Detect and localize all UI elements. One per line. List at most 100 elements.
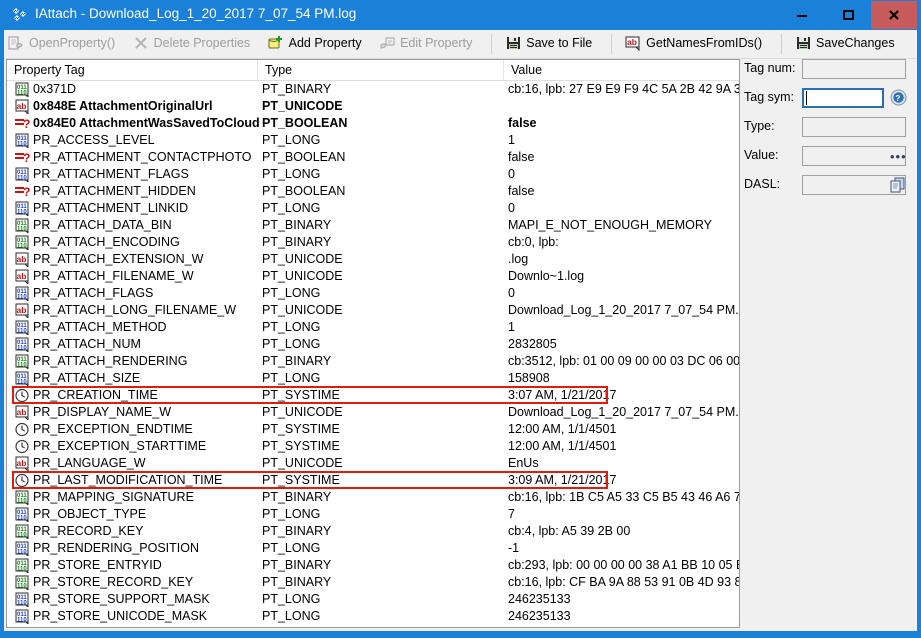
cell-type: PT_BINARY [262,558,332,572]
ab-unicode-icon: ab [625,35,642,52]
cell-property-tag: 011 110 PR_ATTACH_METHOD [15,319,261,336]
edit-property-label: Edit Property [400,36,473,50]
property-tag-text: PR_ATTACH_FILENAME_W [33,269,194,283]
table-row[interactable]: 011 110 PR_ATTACH_FLAGS PT_LONG 0 [7,285,739,302]
ellipsis-button[interactable]: ••• [890,149,907,164]
toolbar-separator [610,34,612,54]
table-row[interactable]: ab 0x848E AttachmentOriginalUrl PT_UNICODE [7,98,739,115]
svg-text:110: 110 [17,499,27,505]
column-header-value[interactable]: Value [504,60,739,80]
maximize-button[interactable] [825,1,871,29]
open-property-button[interactable]: OpenProperty() [4,30,124,56]
cell-value: cb:3512, lpb: 01 00 09 00 00 03 DC 06 00… [508,354,740,368]
binary-green-icon: 011 110 [15,82,31,98]
client-area: OpenProperty() Delete Properties Add Pro… [4,30,917,631]
table-row[interactable]: 011 110 PR_OBJECT_TYPE PT_LONG 7 [7,506,739,523]
cell-type: PT_LONG [262,541,321,555]
table-row[interactable]: PR_EXCEPTION_ENDTIME PT_SYSTIME 12:00 AM, … [7,421,739,438]
save-to-file-button[interactable]: Save to File [501,30,601,56]
table-row[interactable]: ab PR_ATTACH_EXTENSION_W PT_UNICODE .log [7,251,739,268]
table-row[interactable]: 011 110 PR_ATTACH_DATA_BIN PT_BINARY MAPI_E_… [7,217,739,234]
table-row[interactable]: 011 110 PR_STORE_RECORD_KEY PT_BINARY cb:16,… [7,574,739,591]
table-row[interactable]: 011 110 PR_ATTACH_METHOD PT_LONG 1 [7,319,739,336]
svg-text:110: 110 [17,584,27,590]
table-row[interactable]: 011 110 PR_ATTACHMENT_FLAGS PT_LONG 0 [7,166,739,183]
table-row[interactable]: ab PR_LANGUAGE_W PT_UNICODE EnUs [7,455,739,472]
table-row[interactable]: PR_LAST_MODIFICATION_TIME PT_SYSTIME 3:09 … [7,472,739,489]
table-row[interactable]: ab PR_DISPLAY_NAME_W PT_UNICODE Download_Lo… [7,404,739,421]
cell-type: PT_LONG [262,337,321,351]
cell-type: PT_UNICODE [262,252,343,266]
help-icon[interactable]: ? [890,89,910,107]
cell-value: cb:16, lpb: 1B C5 A5 33 C5 B5 43 46 A6 7… [508,490,739,504]
table-row[interactable]: 011 110 PR_ATTACH_ENCODING PT_BINARY cb:0, l… [7,234,739,251]
table-row[interactable]: 011 110 PR_MAPPING_SIGNATURE PT_BINARY cb:16… [7,489,739,506]
table-row[interactable]: 011 110 0x371D PT_BINARY cb:16, lpb: 27 E9 E… [7,81,739,98]
delete-x-icon [133,35,150,51]
diamonds-icon [11,7,29,23]
delete-properties-button[interactable]: Delete Properties [129,30,260,56]
cell-property-tag: 011 110 PR_ATTACH_DATA_BIN [15,217,261,234]
get-names-from-ids-button[interactable]: ab GetNamesFromIDs() [621,30,771,56]
table-row[interactable]: PR_CREATION_TIME PT_SYSTIME 3:07 AM, 1/21/… [7,387,739,404]
cell-value: false [508,184,535,198]
field-label: DASL: [744,177,781,191]
cell-type: PT_BINARY [262,575,332,589]
svg-text:?: ? [23,117,30,131]
table-row[interactable]: 011 110 PR_STORE_UNICODE_MASK PT_LONG 246235… [7,608,739,625]
window-title: IAttach - Download_Log_1_20_2017 7_07_54… [35,6,357,21]
cell-type: PT_BINARY [262,218,332,232]
add-property-button[interactable]: Add Property [264,30,371,56]
table-row[interactable]: ? PR_ATTACHMENT_HIDDEN PT_BOOLEAN false [7,183,739,200]
column-header-property-tag[interactable]: Property Tag [7,60,258,80]
table-row[interactable]: 011 110 PR_STORE_ENTRYID PT_BINARY cb:293, l… [7,557,739,574]
table-row[interactable]: 011 110 PR_ATTACH_SIZE PT_LONG 158908 [7,370,739,387]
table-row[interactable]: 011 110 PR_STORE_SUPPORT_MASK PT_LONG 246235… [7,591,739,608]
table-row[interactable]: 011 110 PR_ATTACHMENT_LINKID PT_LONG 0 [7,200,739,217]
column-header-type[interactable]: Type [258,60,504,80]
svg-text:110: 110 [17,227,27,233]
table-row[interactable]: ab PR_ATTACH_FILENAME_W PT_UNICODE Downlo~1… [7,268,739,285]
edit-property-button[interactable]: Edit Property [375,30,481,56]
property-tag-text: PR_EXCEPTION_ENDTIME [33,422,193,436]
cell-value: MAPI_E_NOT_ENOUGH_MEMORY [508,218,712,232]
long-blue-icon: 011 110 [15,592,31,608]
property-tag-text: PR_STORE_UNICODE_MASK [33,609,208,623]
table-row[interactable]: ? 0x84E0 AttachmentWasSavedToCloud PT_BOOL… [7,115,739,132]
table-row[interactable]: PR_EXCEPTION_STARTTIME PT_SYSTIME 12:00 AM… [7,438,739,455]
property-list[interactable]: Property Tag Type Value 011 110 0x371D PT_B… [6,59,740,628]
property-tag-text: PR_CREATION_TIME [33,388,158,402]
svg-text:?: ? [23,185,30,199]
property-tag-text: PR_RENDERING_POSITION [33,541,200,555]
cell-value: 12:00 AM, 1/1/4501 [508,422,617,436]
binary-green-icon: 011 110 [15,490,31,506]
minimize-button[interactable] [779,1,825,29]
svg-text:?: ? [895,93,900,103]
table-row[interactable]: 011 110 PR_RENDERING_POSITION PT_LONG -1 [7,540,739,557]
input-type[interactable] [802,117,906,137]
field-label: Type: [744,119,775,133]
table-row[interactable]: 011 110 PR_ATTACH_RENDERING PT_BINARY cb:351… [7,353,739,370]
close-button[interactable] [871,1,917,29]
cell-value: 3:09 AM, 1/21/2017 [508,473,617,487]
table-row[interactable]: ? PR_ATTACHMENT_CONTACTPHOTO PT_BOOLEAN fal… [7,149,739,166]
table-row[interactable]: ab PR_ATTACH_LONG_FILENAME_W PT_UNICODE Dow… [7,302,739,319]
cell-value: 1 [508,320,515,334]
table-row[interactable]: 011 110 PR_ACCESS_LEVEL PT_LONG 1 [7,132,739,149]
cell-type: PT_UNICODE [262,269,343,283]
table-row[interactable]: 011 110 PR_ATTACH_NUM PT_LONG 2832805 [7,336,739,353]
input-tagnum[interactable] [802,59,906,79]
cell-type: PT_BINARY [262,354,332,368]
property-tag-text: PR_ATTACHMENT_LINKID [33,201,189,215]
svg-text:110: 110 [17,346,27,352]
input-tagsym[interactable] [802,88,884,108]
property-tag-text: 0x84E0 AttachmentWasSavedToCloud [33,116,260,130]
ab-red-icon: ab [15,405,31,421]
save-changes-button[interactable]: SaveChanges [791,30,904,56]
svg-text:ab: ab [17,305,27,315]
cell-property-tag: ab PR_ATTACH_LONG_FILENAME_W [15,302,261,319]
save-changes-label: SaveChanges [816,36,895,50]
property-tag-text: PR_ATTACH_ENCODING [33,235,180,249]
copy-icon[interactable] [889,176,909,194]
table-row[interactable]: 011 110 PR_RECORD_KEY PT_BINARY cb:4, lpb: A… [7,523,739,540]
